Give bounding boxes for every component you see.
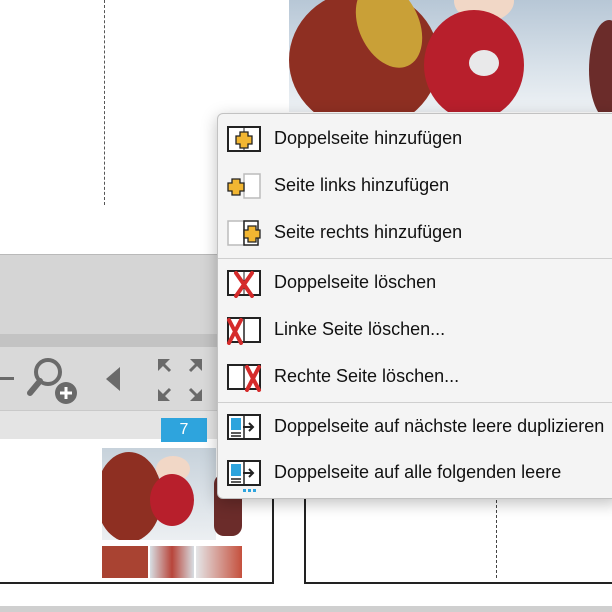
menu-item-add-spread[interactable]: Doppelseite hinzufügen	[218, 116, 612, 162]
fit-page-icon[interactable]	[156, 357, 204, 403]
add-left-page-icon	[227, 173, 261, 199]
menu-item-label: Rechte Seite löschen...	[274, 366, 460, 386]
menu-item-add-left-page[interactable]: Seite links hinzufügen	[218, 163, 612, 209]
page-number-badge[interactable]: 7	[161, 418, 207, 442]
minus-icon[interactable]	[0, 377, 14, 380]
menu-item-label: Doppelseite löschen	[274, 272, 437, 292]
menu-item-label: Seite rechts hinzufügen	[274, 222, 463, 242]
context-menu: Doppelseite hinzufügen Seite links hinzu…	[217, 113, 612, 499]
thumbnail-mini-photo	[196, 546, 242, 578]
photo-figure-right	[589, 20, 612, 112]
add-spread-icon	[227, 126, 261, 152]
thumbnail-mini-photo	[150, 546, 194, 578]
spread-fold-line	[104, 0, 105, 205]
thumb-fold-line	[496, 500, 497, 578]
add-right-page-icon	[227, 220, 261, 246]
menu-item-delete-spread[interactable]: Doppelseite löschen	[218, 260, 612, 306]
menu-item-delete-left-page[interactable]: Linke Seite löschen...	[218, 307, 612, 353]
duplicate-all-icon	[227, 460, 261, 492]
delete-right-page-icon	[227, 364, 261, 392]
scrollbar-track[interactable]	[0, 606, 612, 612]
menu-item-duplicate-next[interactable]: Doppelseite auf nächste leere dupliziere…	[218, 404, 612, 450]
menu-separator	[218, 402, 612, 403]
previous-arrow-icon[interactable]	[104, 365, 124, 393]
thumbnail-photo	[102, 448, 216, 540]
menu-item-label: Linke Seite löschen...	[274, 319, 446, 339]
menu-item-add-right-page[interactable]: Seite rechts hinzufügen	[218, 210, 612, 256]
thumbnail-mini-photo	[102, 546, 148, 578]
menu-item-label: Doppelseite auf alle folgenden leere	[274, 462, 562, 482]
menu-item-duplicate-all[interactable]: Doppelseite auf alle folgenden leere	[218, 450, 612, 496]
delete-left-page-icon	[227, 317, 261, 345]
menu-item-label: Doppelseite auf nächste leere dupliziere…	[274, 416, 605, 436]
photo-glove	[469, 50, 499, 76]
zoom-in-icon[interactable]	[26, 355, 80, 407]
menu-item-label: Seite links hinzufügen	[274, 175, 450, 195]
spread-photo[interactable]	[289, 0, 612, 112]
delete-spread-icon	[227, 270, 261, 298]
menu-item-label: Doppelseite hinzufügen	[274, 128, 463, 148]
duplicate-next-icon	[227, 414, 261, 440]
menu-item-delete-right-page[interactable]: Rechte Seite löschen...	[218, 354, 612, 400]
menu-separator	[218, 258, 612, 259]
